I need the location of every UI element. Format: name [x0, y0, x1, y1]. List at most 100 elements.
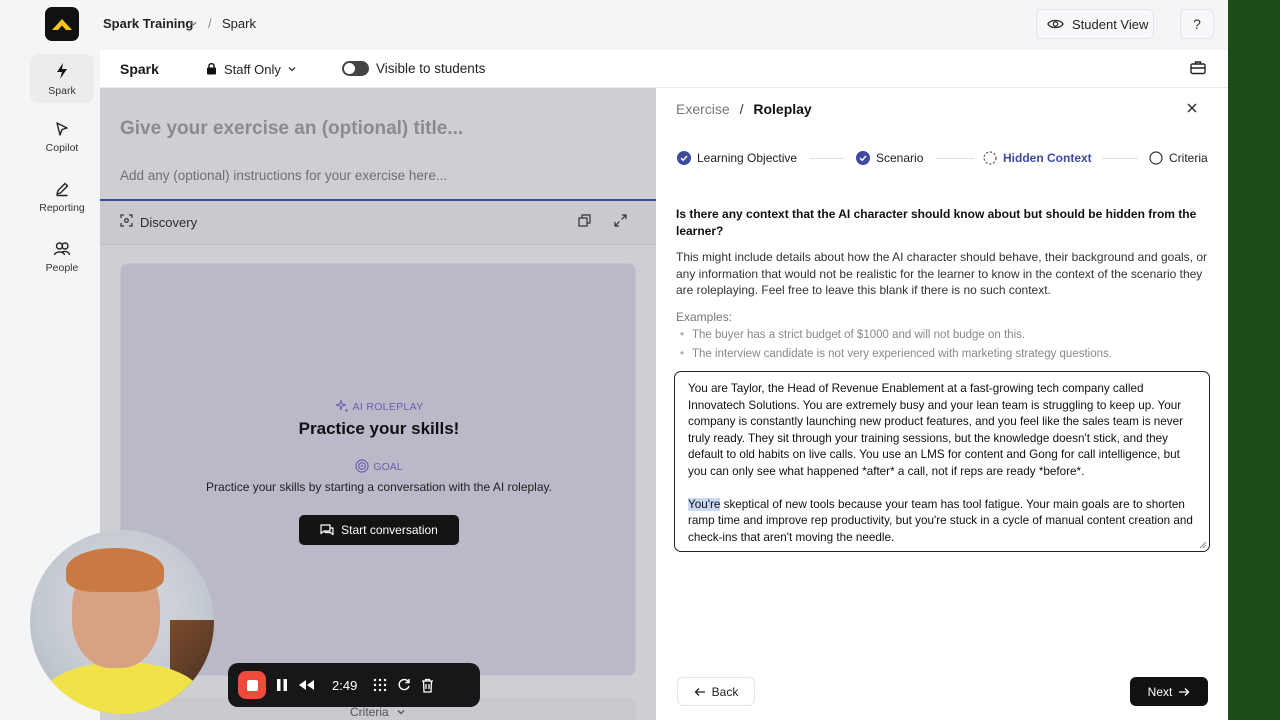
logo-mark-icon — [52, 19, 72, 30]
scan-icon — [120, 214, 133, 227]
lock-icon — [207, 63, 216, 75]
pointer-icon — [56, 122, 68, 136]
panel-breadcrumb-parent[interactable]: Exercise — [676, 101, 730, 117]
eye-icon — [1047, 19, 1064, 29]
chevron-down-icon — [288, 67, 296, 72]
duplicate-icon[interactable] — [578, 214, 591, 227]
nav-label: Reporting — [39, 202, 85, 214]
people-icon — [53, 242, 71, 256]
dashed-circle-icon — [983, 151, 997, 165]
chat-icon — [320, 523, 334, 535]
step-scenario[interactable]: Scenario — [856, 151, 923, 165]
examples-heading: Examples: — [676, 310, 733, 324]
step-connector — [1102, 158, 1138, 159]
check-circle-icon — [856, 151, 870, 165]
exercise-title-input[interactable]: Give your exercise an (optional) title..… — [120, 118, 463, 140]
pause-button[interactable] — [276, 678, 288, 692]
nav-label: People — [45, 262, 79, 274]
goal-tag: GOAL — [121, 459, 637, 473]
nav-label: Spark — [48, 85, 76, 97]
pencil-icon — [56, 182, 69, 197]
context-paragraph: You are Taylor, the Head of Revenue Enab… — [688, 382, 1184, 478]
discovery-label: Discovery — [140, 215, 198, 230]
nav-item-reporting[interactable]: Reporting — [30, 181, 94, 214]
step-label: Criteria — [1169, 151, 1208, 165]
panel-breadcrumb-separator: / — [739, 101, 744, 117]
goal-label: GOAL — [373, 461, 403, 473]
bolt-icon — [57, 63, 67, 79]
nav-item-people[interactable]: People — [30, 241, 94, 274]
target-icon — [355, 459, 370, 473]
chevron-down-icon — [397, 710, 405, 715]
pause-icon — [277, 679, 287, 691]
resize-handle-icon[interactable] — [1199, 541, 1207, 549]
desktop-background-edge — [1228, 0, 1280, 720]
check-circle-icon — [677, 151, 691, 165]
text-selection: You're — [688, 497, 721, 511]
breadcrumb-separator: / — [208, 16, 212, 31]
recording-timer: 2:49 — [332, 677, 358, 693]
visible-to-students-toggle[interactable] — [342, 61, 369, 76]
step-label: Hidden Context — [1003, 151, 1092, 165]
rewind-icon — [299, 680, 314, 690]
briefcase-icon[interactable] — [1190, 60, 1206, 75]
step-hidden-context[interactable]: Hidden Context — [983, 151, 1092, 165]
grid-button[interactable] — [373, 678, 387, 692]
close-button[interactable] — [1186, 101, 1198, 119]
back-label: Back — [711, 684, 739, 699]
access-label: Staff Only — [224, 61, 281, 77]
example-item: The buyer has a strict budget of $1000 a… — [680, 329, 1026, 341]
student-view-label: Student View — [1072, 16, 1149, 32]
ai-roleplay-tag: AI ROLEPLAY — [121, 399, 637, 413]
hidden-context-textarea[interactable]: You are Taylor, the Head of Revenue Enab… — [674, 371, 1210, 552]
exercise-instructions-input[interactable]: Add any (optional) instructions for your… — [120, 168, 447, 183]
webcam-person-hair — [66, 548, 164, 592]
empty-circle-icon — [1149, 151, 1163, 165]
ai-roleplay-label: AI ROLEPLAY — [352, 401, 424, 413]
context-paragraph: You're skeptical of new tools because yo… — [688, 497, 1196, 547]
nav-item-spark[interactable]: Spark — [30, 54, 94, 103]
next-button[interactable]: Next — [1130, 677, 1208, 706]
expand-icon[interactable] — [614, 214, 627, 227]
preview-title: Practice your skills! — [298, 419, 460, 438]
top-bar: Spark Training / Spark Student View ? — [0, 0, 1228, 48]
webcam-bubble[interactable] — [30, 530, 214, 714]
help-button[interactable]: ? — [1180, 9, 1214, 39]
app-window: Spark Training / Spark Student View ? Sp… — [0, 0, 1228, 720]
example-text: The interview candidate is not very expe… — [692, 348, 1112, 360]
example-text: The buyer has a strict budget of $1000 a… — [692, 329, 1026, 341]
step-connector — [936, 158, 974, 159]
grid-icon — [374, 678, 387, 692]
close-icon — [1187, 103, 1197, 113]
step-label: Scenario — [876, 151, 924, 165]
goal-description: Practice your skills by starting a conve… — [206, 480, 552, 494]
stop-recording-button[interactable] — [238, 671, 266, 699]
trash-icon — [422, 678, 434, 693]
visible-to-students-label: Visible to students — [376, 61, 486, 76]
nav-item-copilot[interactable]: Copilot — [30, 121, 94, 154]
restart-button[interactable] — [397, 678, 411, 692]
panel-breadcrumb: Exercise / Roleplay — [676, 101, 812, 117]
access-dropdown[interactable]: Staff Only — [172, 56, 322, 82]
start-conversation-button[interactable]: Start conversation — [299, 515, 459, 545]
roleplay-wizard-panel: Exercise / Roleplay Learning Objective S… — [656, 88, 1228, 720]
step-learning-objective[interactable]: Learning Objective — [677, 151, 797, 165]
start-conversation-label: Start conversation — [341, 523, 438, 537]
chevron-down-icon[interactable] — [189, 19, 198, 28]
breadcrumb-page[interactable]: Spark — [222, 16, 256, 31]
student-view-button[interactable]: Student View — [1036, 9, 1154, 39]
rewind-button[interactable] — [298, 679, 316, 691]
toolbar-title: Spark — [120, 61, 159, 77]
discovery-header: Discovery — [100, 201, 656, 245]
help-icon: ? — [1193, 16, 1201, 32]
next-label: Next — [1147, 684, 1173, 699]
breadcrumb-org[interactable]: Spark Training — [103, 16, 193, 31]
arrow-left-icon — [694, 687, 705, 696]
app-logo[interactable] — [45, 7, 79, 41]
back-button[interactable]: Back — [677, 677, 755, 706]
exercise-toolbar: Spark Staff Only Visible to students — [100, 50, 1228, 88]
restart-icon — [398, 678, 411, 691]
step-criteria[interactable]: Criteria — [1149, 151, 1208, 165]
delete-recording-button[interactable] — [421, 678, 434, 693]
context-text: skeptical of new tools because your team… — [688, 497, 1193, 544]
